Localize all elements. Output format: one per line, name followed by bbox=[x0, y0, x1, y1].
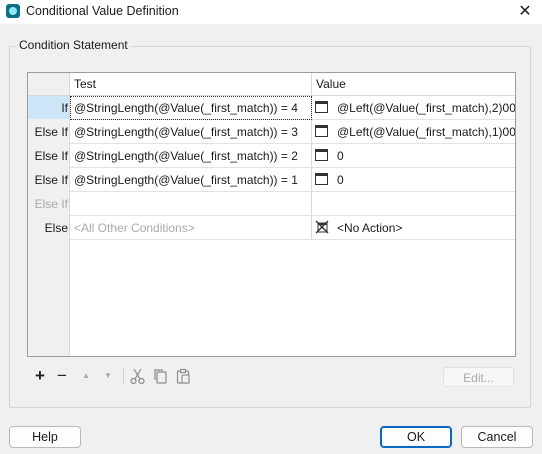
value-cell[interactable]: 0 bbox=[312, 168, 515, 192]
condition-row[interactable]: If @StringLength(@Value(_first_match)) =… bbox=[28, 96, 515, 120]
column-header-test[interactable]: Test bbox=[70, 73, 312, 96]
value-cell[interactable] bbox=[312, 192, 515, 216]
row-label[interactable]: Else If bbox=[28, 168, 69, 191]
app-icon bbox=[6, 4, 20, 18]
test-cell[interactable]: @StringLength(@Value(_first_match)) = 1 bbox=[70, 168, 312, 192]
value-text: 0 bbox=[337, 149, 344, 163]
title-bar: Conditional Value Definition ✕ bbox=[0, 0, 542, 24]
row-label[interactable]: If bbox=[28, 96, 69, 119]
value-expression-icon[interactable] bbox=[315, 125, 328, 137]
group-legend: Condition Statement bbox=[16, 38, 131, 52]
value-expression-icon[interactable] bbox=[315, 173, 328, 185]
toolbar-separator bbox=[123, 368, 124, 384]
value-expression-icon[interactable] bbox=[315, 101, 328, 113]
value-text: <No Action> bbox=[337, 221, 403, 235]
help-button[interactable]: Help bbox=[9, 426, 81, 448]
test-cell[interactable] bbox=[70, 192, 312, 216]
else-row[interactable]: Else <All Other Conditions> <No Action> bbox=[28, 216, 515, 240]
new-condition-row[interactable]: Else If bbox=[28, 192, 515, 216]
cut-icon[interactable] bbox=[129, 368, 146, 385]
window-title: Conditional Value Definition bbox=[26, 4, 179, 18]
grid-corner-header bbox=[28, 73, 69, 96]
row-label[interactable]: Else bbox=[28, 216, 69, 239]
row-label[interactable]: Else If bbox=[28, 120, 69, 143]
cancel-button[interactable]: Cancel bbox=[461, 426, 533, 448]
move-down-button[interactable]: ▼ bbox=[98, 366, 118, 386]
condition-grid: Test Value If @StringLength(@Value(_firs… bbox=[27, 72, 516, 357]
condition-row[interactable]: Else If @StringLength(@Value(_first_matc… bbox=[28, 144, 515, 168]
row-label[interactable]: Else If bbox=[28, 144, 69, 167]
ok-button[interactable]: OK bbox=[380, 426, 452, 448]
column-header-value[interactable]: Value bbox=[312, 73, 515, 96]
edit-button[interactable]: Edit... bbox=[443, 367, 514, 387]
test-cell[interactable]: @StringLength(@Value(_first_match)) = 3 bbox=[70, 120, 312, 144]
condition-row[interactable]: Else If @StringLength(@Value(_first_matc… bbox=[28, 168, 515, 192]
copy-icon[interactable] bbox=[152, 368, 169, 385]
value-cell[interactable]: @Left(@Value(_first_match),1)00 bbox=[312, 120, 515, 144]
test-cell[interactable]: @StringLength(@Value(_first_match)) = 2 bbox=[70, 144, 312, 168]
value-cell[interactable]: <No Action> bbox=[312, 216, 515, 240]
test-cell[interactable]: @StringLength(@Value(_first_match)) = 4 bbox=[70, 96, 312, 120]
value-text: 0 bbox=[337, 173, 344, 187]
no-action-icon[interactable] bbox=[315, 220, 329, 234]
paste-icon[interactable] bbox=[175, 368, 192, 385]
value-cell[interactable]: 0 bbox=[312, 144, 515, 168]
value-text: @Left(@Value(_first_match),1)00 bbox=[337, 125, 515, 139]
condition-row[interactable]: Else If @StringLength(@Value(_first_matc… bbox=[28, 120, 515, 144]
value-text: @Left(@Value(_first_match),2)00 bbox=[337, 101, 515, 115]
add-row-button[interactable]: + bbox=[30, 366, 50, 386]
value-expression-icon[interactable] bbox=[315, 149, 328, 161]
remove-row-button[interactable]: − bbox=[52, 366, 72, 386]
row-label[interactable]: Else If bbox=[28, 192, 69, 215]
value-cell[interactable]: @Left(@Value(_first_match),2)00 bbox=[312, 96, 515, 120]
move-up-button[interactable]: ▲ bbox=[76, 366, 96, 386]
close-icon[interactable]: ✕ bbox=[508, 0, 542, 24]
test-cell: <All Other Conditions> bbox=[70, 216, 312, 240]
